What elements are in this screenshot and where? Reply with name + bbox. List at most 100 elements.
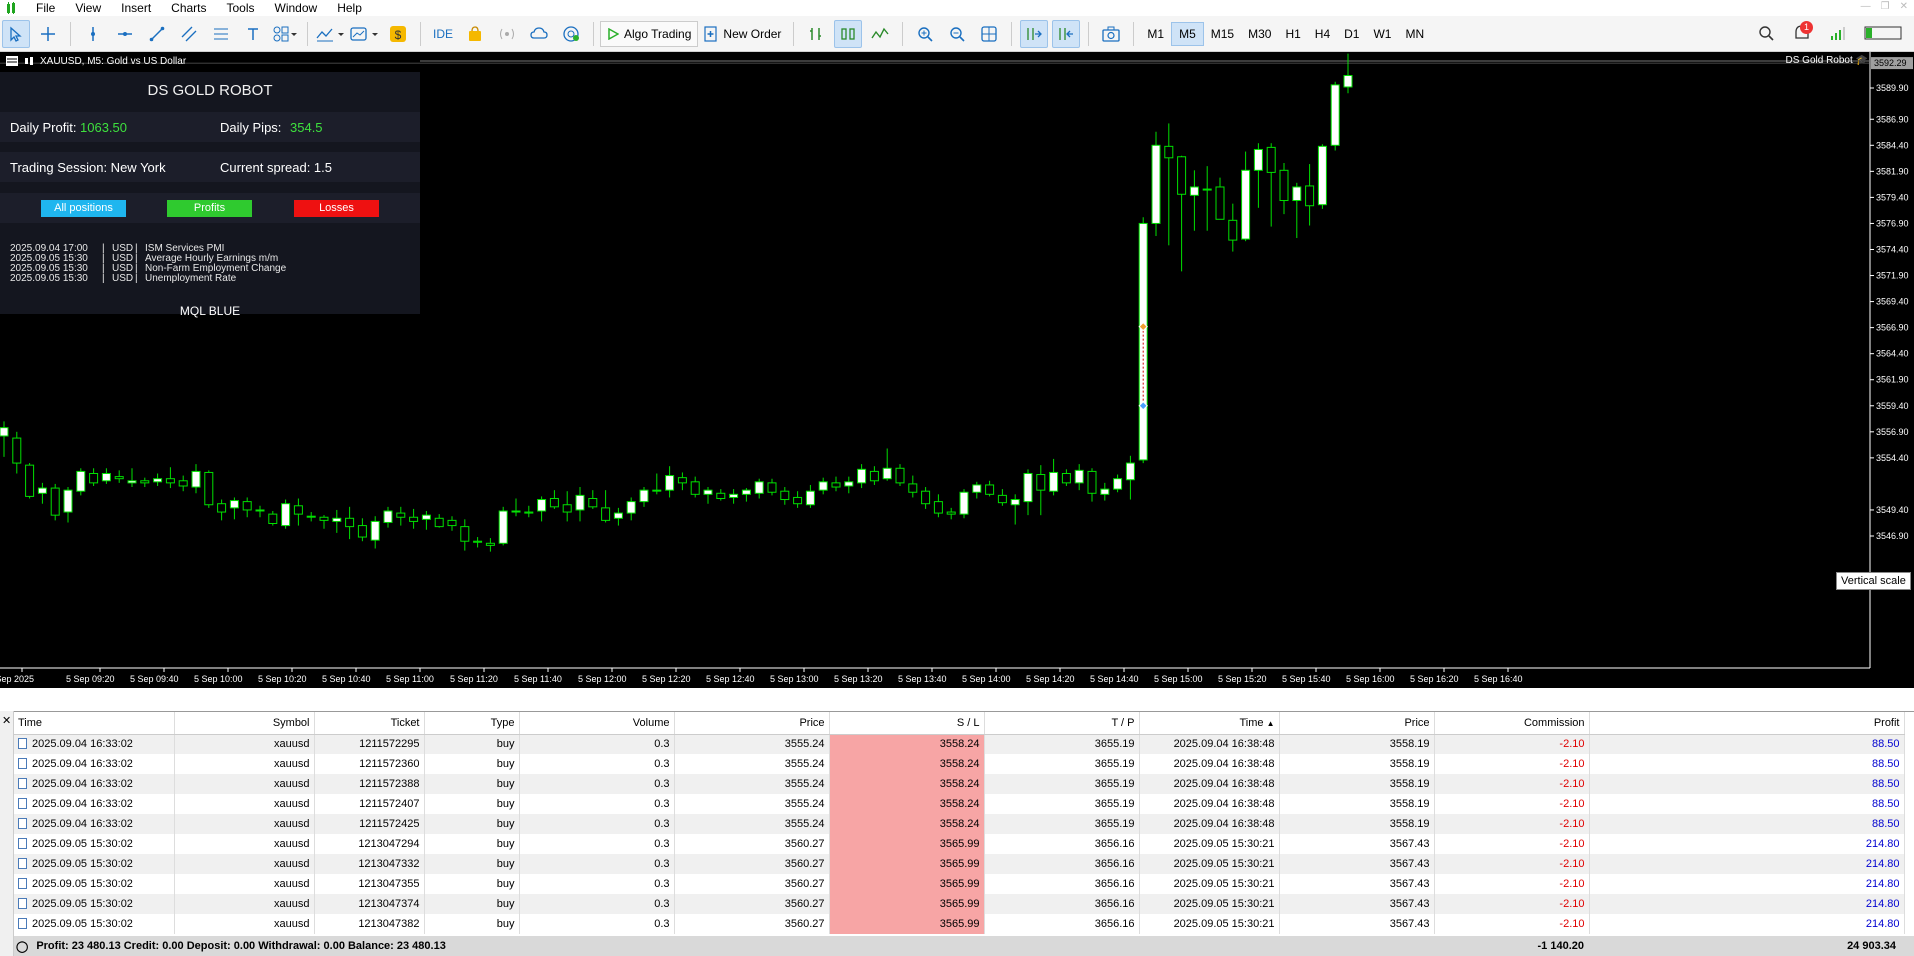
table-row[interactable]: 2025.09.05 15:30:02 xauusd 1213047294 buy 0.… <box>14 834 1905 854</box>
close-icon[interactable]: ✕ <box>1900 1 1908 12</box>
timeframe-d1[interactable]: D1 <box>1337 22 1366 46</box>
table-row[interactable]: 2025.09.04 16:33:02 xauusd 1211572295 buy 0.… <box>14 734 1905 754</box>
candle <box>229 497 239 520</box>
losses-button[interactable]: Losses <box>294 199 379 217</box>
indicators-dropdown-button[interactable] <box>316 20 346 48</box>
col-type[interactable]: Type <box>424 712 520 735</box>
table-row[interactable]: 2025.09.05 15:30:02 xauusd 1213047382 buy 0.… <box>14 914 1905 934</box>
candle <box>524 505 534 518</box>
ide-button[interactable]: IDE <box>427 21 459 47</box>
col-profit[interactable]: Profit <box>1589 712 1905 735</box>
bar-chart-button[interactable] <box>802 20 830 48</box>
candle <box>306 512 316 522</box>
table-row[interactable]: 2025.09.05 15:30:02 xauusd 1213047332 buy 0.… <box>14 854 1905 874</box>
candle-body-bull <box>191 470 201 488</box>
text-tool-button[interactable] <box>239 20 267 48</box>
search-button[interactable] <box>1758 25 1774 44</box>
menu-tools[interactable]: Tools <box>217 0 265 16</box>
col-time[interactable]: Time <box>14 712 175 735</box>
timeframe-h4[interactable]: H4 <box>1308 22 1337 46</box>
line-chart-button[interactable] <box>866 20 894 48</box>
table-row[interactable]: 2025.09.05 15:30:02 xauusd 1213047374 buy 0.… <box>14 894 1905 914</box>
cell-profit: 88.50 <box>1589 814 1905 834</box>
col-close-price[interactable]: Price <box>1279 712 1435 735</box>
signals-button[interactable] <box>493 20 521 48</box>
timeframe-mn[interactable]: MN <box>1398 22 1431 46</box>
chart-shift-button[interactable] <box>1052 19 1081 48</box>
channel-button[interactable] <box>175 20 203 48</box>
timeframe-m30[interactable]: M30 <box>1241 22 1278 46</box>
close-toolbox-icon[interactable]: ✕ <box>2 714 11 727</box>
zoom-in-button[interactable] <box>911 20 939 48</box>
algo-trading-button[interactable]: Algo Trading <box>600 20 699 47</box>
menu-insert[interactable]: Insert <box>111 0 161 16</box>
connection-status[interactable] <box>1830 25 1846 44</box>
algo-trading-label: Algo Trading <box>624 26 692 41</box>
profits-button[interactable]: Profits <box>167 199 252 217</box>
col-price[interactable]: Price <box>674 712 830 735</box>
col-symbol[interactable]: Symbol <box>174 712 315 735</box>
trendline-button[interactable] <box>143 20 171 48</box>
screenshot-button[interactable] <box>1097 20 1125 48</box>
minimize-icon[interactable]: — <box>1861 1 1871 12</box>
timeframe-h1[interactable]: H1 <box>1278 22 1307 46</box>
candle-body-bear <box>1177 156 1187 195</box>
zoom-out-button[interactable] <box>943 20 971 48</box>
menu-file[interactable]: File <box>26 0 65 16</box>
timeframe-w1[interactable]: W1 <box>1366 22 1398 46</box>
templates-dropdown-button[interactable] <box>350 20 380 48</box>
candlestick-chart-button[interactable] <box>834 19 863 48</box>
daily-profit-label: Daily Profit: <box>10 119 77 135</box>
shop-button[interactable] <box>461 20 489 48</box>
sort-up-icon: ▲ <box>1266 718 1275 728</box>
fibonacci-button[interactable] <box>207 20 235 48</box>
table-row[interactable]: 2025.09.04 16:33:02 xauusd 1211572425 buy 0.… <box>14 814 1905 834</box>
horizontal-line-button[interactable] <box>111 20 139 48</box>
table-row[interactable]: 2025.09.04 16:33:02 xauusd 1211572388 buy 0.… <box>14 774 1905 794</box>
timeframe-m15[interactable]: M15 <box>1204 22 1241 46</box>
timeframe-m5[interactable]: M5 <box>1171 21 1204 46</box>
chart-window[interactable]: 3589.90 3586.90 3584.40 3581.90 3579.40 3576.… <box>0 52 1914 688</box>
candle <box>178 475 188 492</box>
candle-body-bull <box>729 493 739 498</box>
all-positions-button[interactable]: All positions <box>41 199 126 217</box>
candle <box>1113 474 1123 493</box>
deal-icon <box>18 758 27 769</box>
candle-body-bull <box>626 501 636 514</box>
tile-windows-button[interactable] <box>975 20 1003 48</box>
candle-body-bull <box>1202 188 1212 191</box>
chart-menu-icon[interactable] <box>6 56 18 66</box>
col-commission[interactable]: Commission <box>1434 712 1590 735</box>
candle <box>217 499 227 521</box>
table-row[interactable]: 2025.09.04 16:33:02 xauusd 1211572360 buy 0.… <box>14 754 1905 774</box>
restore-icon[interactable]: ❐ <box>1881 1 1890 12</box>
menu-help[interactable]: Help <box>327 0 372 16</box>
col-sl[interactable]: S / L <box>829 712 985 735</box>
shapes-dropdown-button[interactable] <box>271 20 299 48</box>
col-volume[interactable]: Volume <box>519 712 675 735</box>
menu-view[interactable]: View <box>65 0 111 16</box>
vertical-line-button[interactable] <box>79 20 107 48</box>
cell-close-price: 3567.43 <box>1279 874 1435 894</box>
candle <box>434 514 444 528</box>
search-icon <box>1759 25 1774 41</box>
table-row[interactable]: 2025.09.05 15:30:02 xauusd 1213047355 buy 0.… <box>14 874 1905 894</box>
table-row[interactable]: 2025.09.04 16:33:02 xauusd 1211572407 buy 0.… <box>14 794 1905 814</box>
cell-commission: -2.10 <box>1434 834 1590 854</box>
cursor-tool-button[interactable] <box>2 19 30 48</box>
crosshair-tool-button[interactable] <box>34 20 62 48</box>
timeframe-m1[interactable]: M1 <box>1140 22 1171 46</box>
col-tp[interactable]: T / P <box>984 712 1140 735</box>
col-close-time[interactable]: Time ▲ <box>1139 712 1280 735</box>
col-ticket[interactable]: Ticket <box>314 712 425 735</box>
new-order-button[interactable]: New Order <box>698 21 787 47</box>
cloud-button[interactable] <box>525 20 553 48</box>
vps-button[interactable] <box>557 20 585 48</box>
auto-scroll-button[interactable] <box>1020 19 1049 48</box>
candle <box>114 470 124 483</box>
market-button[interactable]: $ <box>384 20 412 48</box>
menu-charts[interactable]: Charts <box>161 0 216 16</box>
cell-commission: -2.10 <box>1434 814 1590 834</box>
notifications-button[interactable]: 1 <box>1792 20 1813 46</box>
menu-window[interactable]: Window <box>265 0 328 16</box>
